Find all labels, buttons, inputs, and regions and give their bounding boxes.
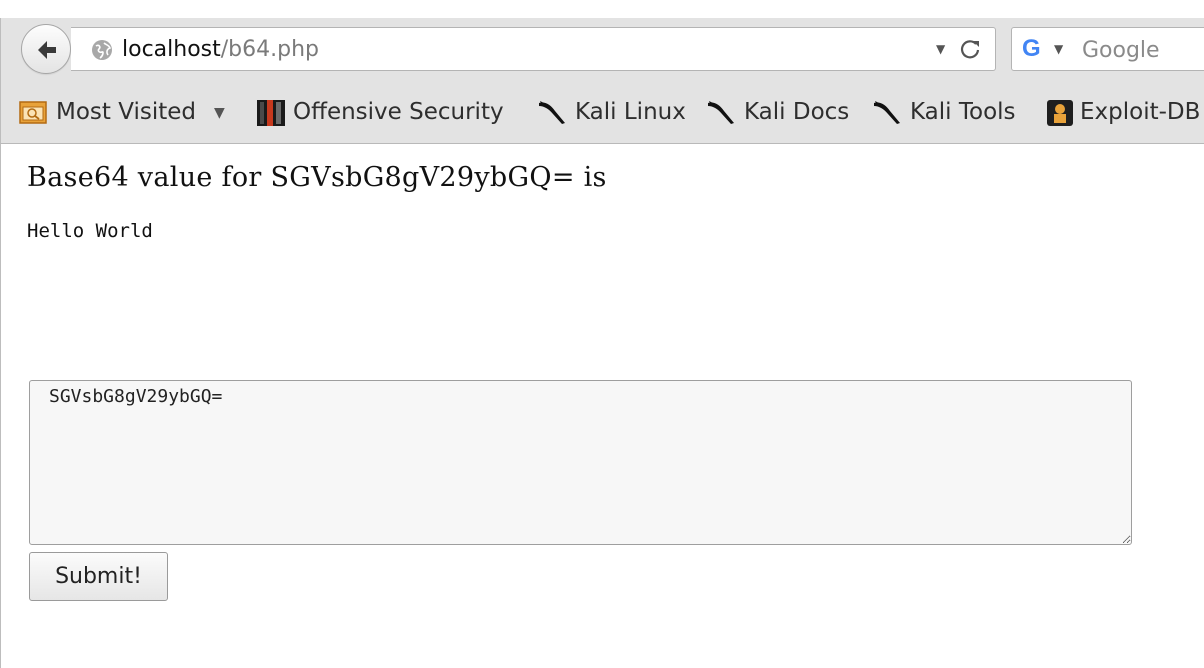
kali-dragon-icon	[874, 101, 900, 124]
reload-icon[interactable]	[959, 38, 981, 60]
back-arrow-icon	[38, 41, 56, 59]
kali-dragon-icon	[708, 101, 734, 124]
url-bar[interactable]: localhost/b64.php ▼	[71, 27, 996, 71]
window-top	[0, 0, 1204, 18]
bookmark-most-visited[interactable]: Most Visited ▼	[19, 97, 234, 127]
folder-icon	[19, 101, 47, 124]
bookmark-label: Kali Docs	[744, 99, 850, 125]
url-history-dropdown-icon[interactable]: ▼	[936, 42, 945, 56]
decoded-output: Hello World	[27, 220, 153, 242]
bookmark-kali-linux[interactable]: Kali Linux	[537, 97, 692, 127]
bookmark-exploit-db[interactable]: Exploit-DB	[1046, 97, 1204, 127]
bookmark-label: Kali Tools	[910, 99, 1016, 125]
bookmark-label: Kali Linux	[575, 99, 686, 125]
kali-dragon-icon	[539, 101, 565, 124]
globe-icon	[92, 40, 112, 60]
submit-button[interactable]: Submit!	[29, 552, 168, 601]
bookmark-label: Most Visited	[56, 99, 196, 125]
back-button[interactable]	[21, 24, 71, 74]
exploit-db-icon	[1047, 100, 1073, 126]
base64-input[interactable]: SGVsbG8gV29ybGQ=	[29, 380, 1132, 545]
bookmark-kali-tools[interactable]: Kali Tools	[872, 97, 1032, 127]
bookmarks-toolbar: Most Visited ▼ Offensive Security Kali L…	[0, 82, 1204, 144]
navigation-toolbar: localhost/b64.php ▼ G ▼ Google	[0, 18, 1204, 82]
search-bar[interactable]: G ▼ Google	[1011, 27, 1204, 71]
page-content: Base64 value for SGVsbG8gV29ybGQ= is Hel…	[0, 144, 1204, 668]
url-text[interactable]: localhost/b64.php	[122, 37, 319, 63]
url-path: /b64.php	[220, 37, 320, 62]
chevron-down-icon: ▼	[214, 105, 225, 121]
search-engine-dropdown-icon[interactable]: ▼	[1054, 42, 1063, 56]
bookmark-offensive-security[interactable]: Offensive Security	[256, 97, 521, 127]
google-icon: G	[1022, 35, 1041, 62]
bookmark-label: Exploit-DB	[1080, 99, 1201, 125]
search-placeholder[interactable]: Google	[1082, 38, 1160, 63]
bookmark-kali-docs[interactable]: Kali Docs	[706, 97, 858, 127]
bookmark-label: Offensive Security	[293, 99, 504, 125]
page-heading: Base64 value for SGVsbG8gV29ybGQ= is	[27, 162, 607, 193]
url-host: localhost	[122, 37, 221, 62]
offsec-icon	[257, 100, 285, 126]
